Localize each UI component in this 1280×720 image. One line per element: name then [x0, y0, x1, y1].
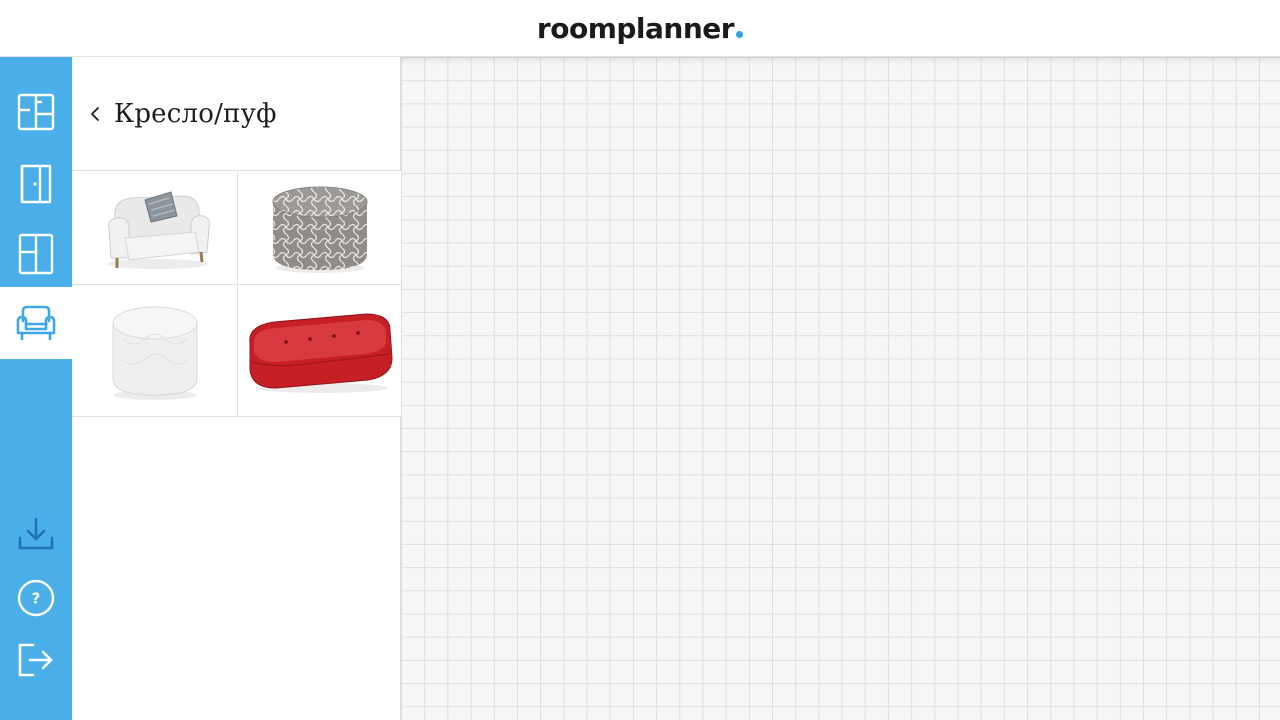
- panel-title: Кресло/пуф: [114, 98, 277, 129]
- bench-thumbnail: [248, 312, 393, 393]
- catalog-item-patterned-pouf[interactable]: [238, 171, 401, 285]
- svg-text:?: ?: [32, 590, 41, 608]
- window-tool-button[interactable]: [0, 219, 72, 289]
- catalog-panel: Кресло/пуф: [72, 57, 401, 720]
- top-header: roomplanner: [0, 0, 1280, 57]
- chevron-left-icon: [91, 106, 99, 121]
- door-icon: [20, 164, 52, 204]
- back-button[interactable]: Кресло/пуф: [86, 99, 277, 129]
- catalog-item-red-bench[interactable]: [238, 285, 401, 417]
- catalog-item-white-armchair[interactable]: [72, 171, 238, 285]
- armchair-thumbnail: [106, 190, 210, 269]
- door-tool-button[interactable]: [0, 149, 72, 219]
- help-icon: ?: [17, 579, 55, 617]
- floorplan-canvas[interactable]: [401, 57, 1280, 720]
- catalog-grid: [72, 171, 401, 417]
- armchair-icon: [16, 305, 56, 341]
- pouf-thumbnail: [272, 186, 367, 273]
- download-icon: [18, 517, 54, 550]
- catalog-item-white-pouf[interactable]: [72, 285, 238, 417]
- tool-rail: ?: [0, 57, 72, 720]
- pouf-thumbnail: [112, 306, 197, 400]
- logout-icon: [18, 643, 53, 677]
- logo-text: roomplanner: [536, 11, 735, 45]
- help-button[interactable]: ?: [0, 566, 72, 630]
- panel-header: Кресло/пуф: [72, 57, 400, 171]
- download-button[interactable]: [0, 502, 72, 566]
- floorplan-tool-button[interactable]: [0, 77, 72, 147]
- logo-dot: [736, 30, 744, 38]
- furniture-tool-button[interactable]: [0, 287, 72, 359]
- logout-button[interactable]: [0, 628, 72, 692]
- logo: roomplanner: [536, 11, 744, 45]
- window-icon: [18, 233, 54, 275]
- floorplan-icon: [17, 93, 55, 131]
